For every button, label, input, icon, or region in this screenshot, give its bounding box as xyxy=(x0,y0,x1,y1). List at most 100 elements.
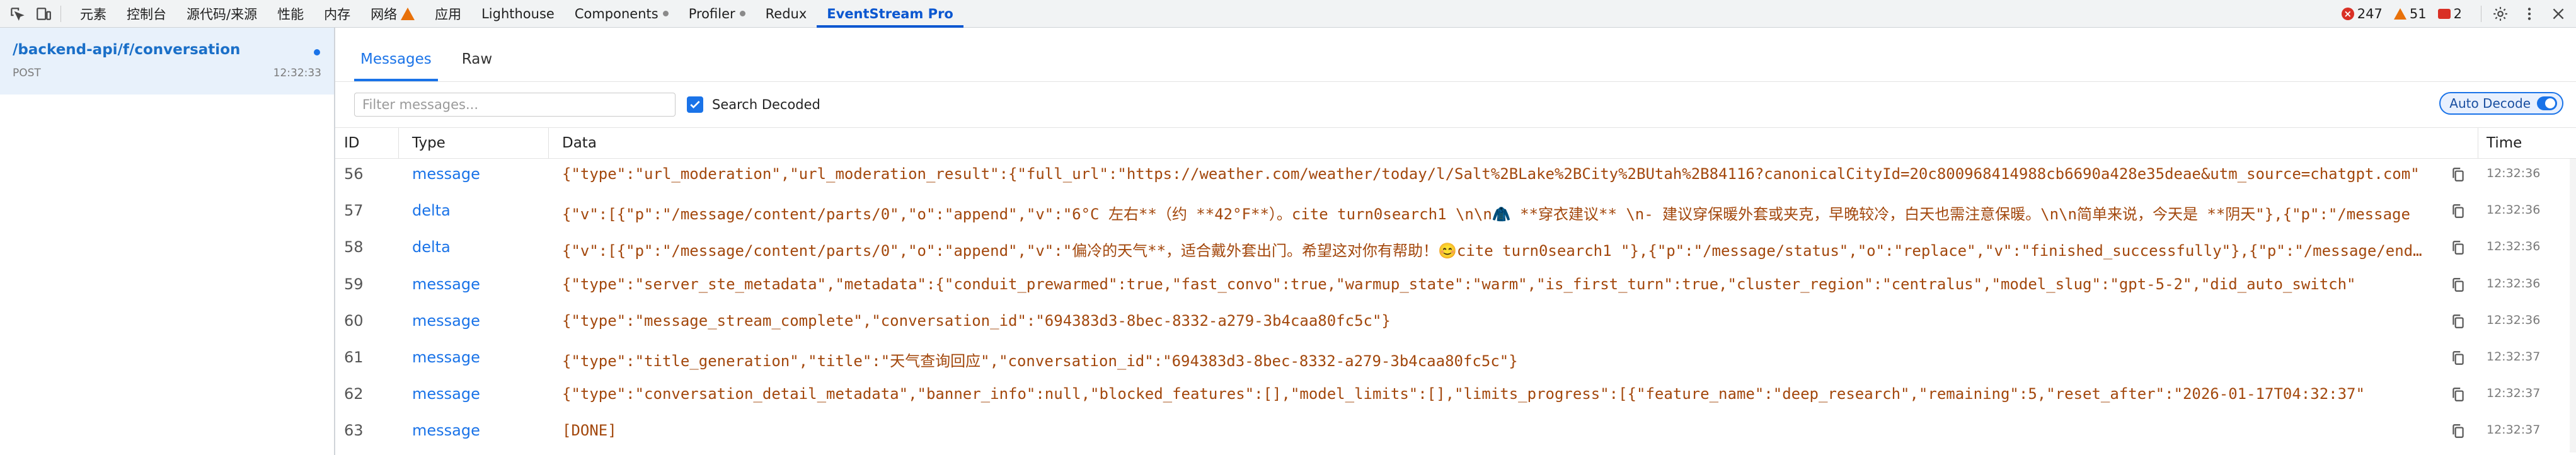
tab-network[interactable]: 网络 xyxy=(360,0,425,28)
tab-memory[interactable]: 内存 xyxy=(314,0,360,28)
inspect-element-icon[interactable] xyxy=(8,4,26,23)
tab-redux[interactable]: Redux xyxy=(756,0,817,28)
table-row[interactable]: 62 message {"type":"conversation_detail_… xyxy=(335,379,2576,415)
tab-raw[interactable]: Raw xyxy=(456,51,498,81)
error-icon: × xyxy=(2341,7,2354,20)
table-row[interactable]: 61 message {"type":"title_generation","t… xyxy=(335,342,2576,379)
tab-application[interactable]: 应用 xyxy=(425,0,471,28)
message-data: {"v":[{"p":"/message/content/parts/0","o… xyxy=(562,242,2425,260)
message-time: 12:32:36 xyxy=(2487,276,2541,291)
table-row[interactable]: 59 message {"type":"server_ste_metadata"… xyxy=(335,269,2576,306)
tab-label: Lighthouse xyxy=(481,6,555,21)
search-decoded-checkbox[interactable] xyxy=(687,96,703,113)
issues-icon xyxy=(2437,8,2451,19)
message-time: 12:32:37 xyxy=(2487,349,2541,364)
request-time: 12:32:33 xyxy=(273,67,321,79)
message-data: {"type":"message_stream_complete","conve… xyxy=(562,311,1391,330)
error-count: 247 xyxy=(2357,6,2383,21)
close-icon[interactable] xyxy=(2547,3,2570,25)
message-type: message xyxy=(412,348,480,366)
column-header-type[interactable]: Type xyxy=(412,135,446,151)
message-type: message xyxy=(412,165,480,183)
message-id: 58 xyxy=(344,238,364,256)
request-url: /backend-api/f/conversation xyxy=(13,42,241,58)
table-row[interactable]: 56 message {"type":"url_moderation","url… xyxy=(335,159,2576,195)
tab-label: Components xyxy=(574,6,658,21)
warning-icon xyxy=(2393,8,2406,20)
dot-icon xyxy=(662,11,669,16)
request-item[interactable]: /backend-api/f/conversation POST 12:32:3… xyxy=(0,28,334,95)
message-type: message xyxy=(412,311,480,330)
tab-elements[interactable]: 元素 xyxy=(70,0,117,28)
device-toolbar-icon[interactable] xyxy=(34,4,53,23)
warning-counter[interactable]: 51 xyxy=(2393,6,2427,21)
table-header: ID Type Data Time xyxy=(335,127,2576,159)
message-data: {"type":"conversation_detail_metadata","… xyxy=(562,385,2365,403)
tab-console[interactable]: 控制台 xyxy=(117,0,176,28)
toolbar-divider xyxy=(60,5,61,22)
request-meta: POST 12:32:33 xyxy=(13,67,321,79)
tab-label: Redux xyxy=(765,6,807,21)
message-id: 57 xyxy=(344,202,364,220)
tab-profiler[interactable]: Profiler xyxy=(679,0,756,28)
message-id: 63 xyxy=(344,422,364,440)
message-id: 60 xyxy=(344,311,364,330)
issues-counter[interactable]: 2 xyxy=(2437,6,2462,21)
messages-table-body: 56 message {"type":"url_moderation","url… xyxy=(335,159,2576,452)
tab-components[interactable]: Components xyxy=(565,0,679,28)
message-time: 12:32:36 xyxy=(2487,239,2541,254)
message-view-tabs: Messages Raw xyxy=(335,28,2576,82)
copy-icon[interactable] xyxy=(2450,350,2466,367)
tab-label: 源代码/来源 xyxy=(187,6,258,22)
tab-performance[interactable]: 性能 xyxy=(267,0,314,28)
message-id: 61 xyxy=(344,348,364,366)
table-row[interactable]: 60 message {"type":"message_stream_compl… xyxy=(335,306,2576,342)
message-type: message xyxy=(412,422,480,440)
table-row[interactable]: 58 delta {"v":[{"p":"/message/content/pa… xyxy=(335,232,2576,268)
vertical-scrollbar[interactable] xyxy=(2570,159,2576,452)
message-time: 12:32:37 xyxy=(2487,386,2541,401)
tab-sources[interactable]: 源代码/来源 xyxy=(176,0,267,28)
column-header-time[interactable]: Time xyxy=(2487,135,2522,151)
tab-lighthouse[interactable]: Lighthouse xyxy=(471,0,565,28)
tab-label: 控制台 xyxy=(127,6,166,22)
copy-icon[interactable] xyxy=(2450,277,2466,294)
column-header-id[interactable]: ID xyxy=(344,135,360,151)
tab-label: 性能 xyxy=(277,6,304,22)
message-data: {"type":"url_moderation","url_moderation… xyxy=(562,165,2420,183)
tab-messages[interactable]: Messages xyxy=(354,51,438,81)
table-row[interactable]: 57 delta {"v":[{"p":"/message/content/pa… xyxy=(335,195,2576,232)
toolbar-right: × 247 51 2 xyxy=(2341,0,2576,28)
copy-icon[interactable] xyxy=(2450,423,2466,441)
column-divider[interactable] xyxy=(398,128,399,158)
copy-icon[interactable] xyxy=(2450,386,2466,404)
column-header-data[interactable]: Data xyxy=(562,135,597,151)
message-data: {"v":[{"p":"/message/content/parts/0","o… xyxy=(562,205,2410,224)
more-options-icon[interactable] xyxy=(2518,3,2541,25)
auto-decode-toggle[interactable]: Auto Decode xyxy=(2439,92,2563,115)
settings-gear-icon[interactable] xyxy=(2489,3,2512,25)
filter-messages-input[interactable] xyxy=(354,93,676,117)
message-data: {"type":"server_ste_metadata","metadata"… xyxy=(562,275,2356,293)
copy-icon[interactable] xyxy=(2450,166,2466,184)
tab-label: 内存 xyxy=(324,6,351,22)
column-divider[interactable] xyxy=(548,128,549,158)
copy-icon[interactable] xyxy=(2450,203,2466,221)
search-decoded-label: Search Decoded xyxy=(712,97,820,112)
message-type: delta xyxy=(412,238,451,256)
tab-label: 网络 xyxy=(371,6,398,22)
error-counter[interactable]: × 247 xyxy=(2341,6,2383,21)
tab-label: 应用 xyxy=(435,6,462,22)
copy-icon[interactable] xyxy=(2450,239,2466,257)
tab-eventstream-pro[interactable]: EventStream Pro xyxy=(817,0,963,28)
messages-panel: Messages Raw Search Decoded Auto Decode … xyxy=(335,28,2576,455)
dot-icon xyxy=(739,11,745,16)
message-type: delta xyxy=(412,202,451,220)
checkmark-icon xyxy=(690,101,700,109)
streaming-indicator-dot xyxy=(314,49,320,55)
message-time: 12:32:37 xyxy=(2487,423,2541,437)
copy-icon[interactable] xyxy=(2450,313,2466,331)
tab-label: Profiler xyxy=(688,6,735,21)
message-id: 59 xyxy=(344,275,364,293)
table-row[interactable]: 63 message [DONE] 12:32:37 xyxy=(335,415,2576,452)
